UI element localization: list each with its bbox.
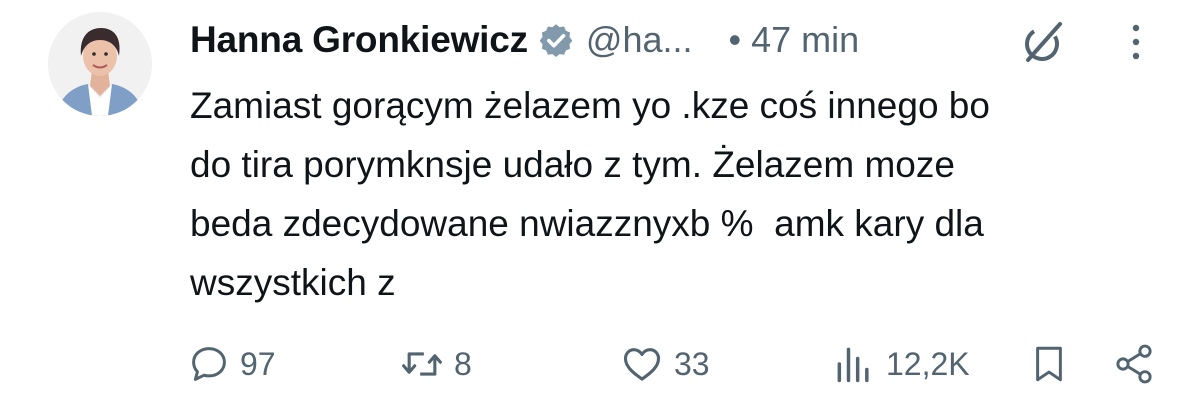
author-name[interactable]: Hanna Gronkiewicz [190, 19, 528, 61]
share-icon [1112, 342, 1156, 386]
views-count: 12,2K [886, 345, 970, 382]
tweet: Hanna Gronkiewicz @ha... • 47 min Zamias… [0, 0, 1200, 410]
like-button[interactable]: 33 [620, 336, 710, 392]
tweet-timestamp[interactable]: 47 min [751, 19, 859, 61]
grok-icon[interactable] [1020, 18, 1068, 66]
avatar[interactable] [48, 12, 152, 116]
retweet-button[interactable]: 8 [400, 336, 472, 392]
more-vertical-icon[interactable] [1124, 18, 1148, 66]
reply-button[interactable]: 97 [188, 336, 276, 392]
reply-count: 97 [240, 345, 276, 382]
tweet-text: Zamiast gorącym żelazem yo .kze coś inne… [190, 85, 990, 303]
tweet-header: Hanna Gronkiewicz @ha... • 47 min [190, 14, 859, 66]
tweet-actions: 97 8 33 12,2K [0, 336, 1200, 392]
views-button[interactable]: 12,2K [832, 336, 970, 392]
verified-badge-icon[interactable] [538, 22, 574, 58]
heart-icon [620, 342, 664, 386]
author-handle[interactable]: @ha... [586, 19, 693, 61]
like-count: 33 [674, 345, 710, 382]
reply-icon [188, 343, 230, 385]
retweet-count: 8 [454, 345, 472, 382]
bookmark-icon [1028, 343, 1070, 385]
bookmark-button[interactable] [1028, 336, 1070, 392]
meta-separator: • [728, 19, 742, 60]
retweet-icon [400, 342, 444, 386]
views-icon [832, 342, 876, 386]
share-button[interactable] [1112, 336, 1156, 392]
